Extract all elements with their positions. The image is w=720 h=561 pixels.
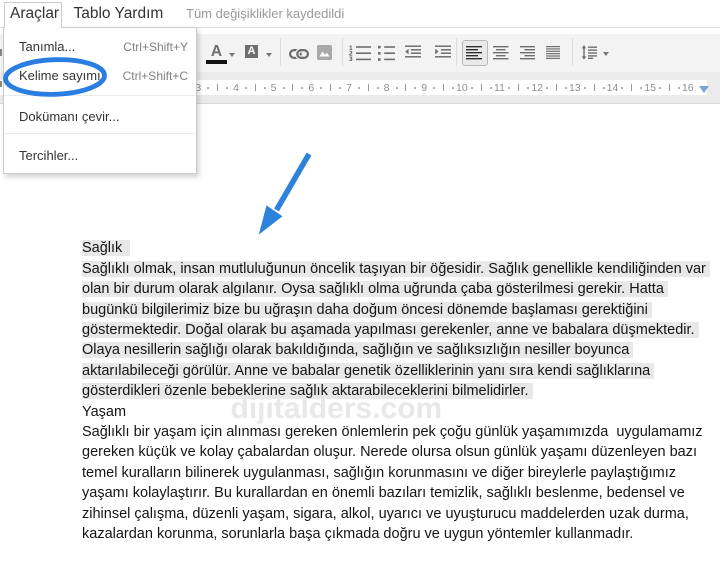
svg-text:3: 3	[349, 56, 353, 61]
